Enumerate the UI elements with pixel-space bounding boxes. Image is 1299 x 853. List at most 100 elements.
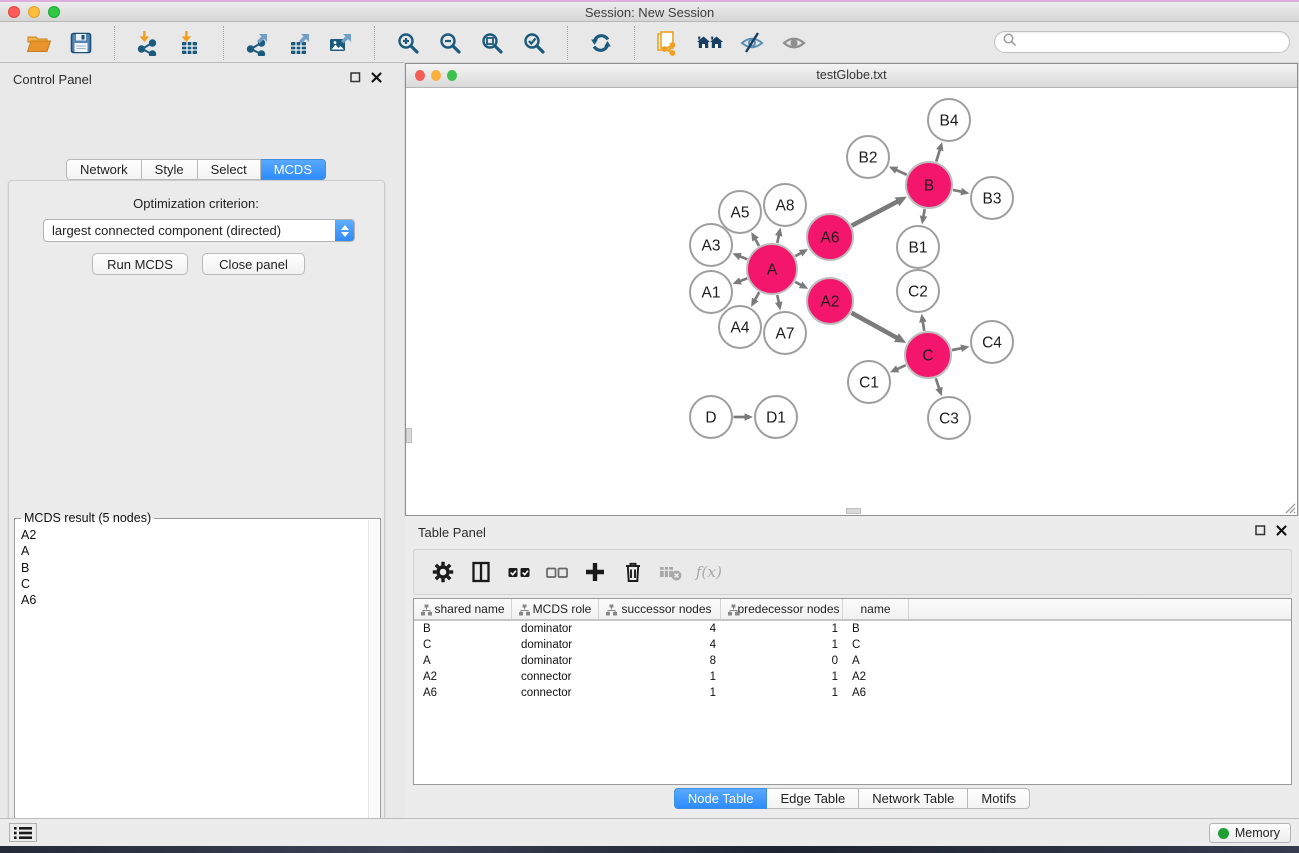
show-hide-columns-button[interactable] — [466, 557, 495, 587]
graph-node-A7[interactable]: A7 — [764, 312, 806, 354]
edge-A-A6[interactable] — [795, 249, 808, 256]
float-panel-icon[interactable] — [349, 71, 361, 83]
graph-node-C[interactable]: C — [905, 332, 951, 378]
graph-node-A5[interactable]: A5 — [719, 191, 761, 233]
import-table-from-file-button[interactable] — [169, 27, 211, 59]
refresh-network-view-button[interactable] — [580, 27, 622, 59]
table-row[interactable]: Adominator80A — [414, 653, 1291, 669]
graph-node-B4[interactable]: B4 — [928, 99, 970, 141]
graph-node-B3[interactable]: B3 — [971, 177, 1013, 219]
column-settings-button[interactable] — [428, 557, 457, 587]
edge-A-A8[interactable] — [775, 228, 782, 243]
network-canvas[interactable]: B4 B2 B B3 A5A8A6 B1 A3 A A1 A2 C2 A4A7 C C1 C4 C3 D D1 — [406, 88, 1297, 515]
graph-node-B2[interactable]: B2 — [847, 136, 889, 178]
graph-node-B[interactable]: B — [906, 162, 952, 208]
criterion-dropdown[interactable]: largest connected component (directed) — [43, 219, 355, 242]
column-header-name[interactable]: name — [843, 599, 909, 619]
graph-node-A4[interactable]: A4 — [719, 306, 761, 348]
deselect-all-rows-button[interactable] — [542, 557, 571, 587]
home-button[interactable] — [689, 27, 731, 59]
table-row[interactable]: A2connector11A2 — [414, 669, 1291, 685]
resize-grip-icon[interactable] — [1283, 501, 1296, 514]
canvas-horizontal-scrollbar[interactable] — [846, 508, 861, 514]
tab-network-table[interactable]: Network Table — [859, 788, 968, 809]
zoom-selected-button[interactable] — [513, 27, 555, 59]
export-network-button[interactable] — [236, 27, 278, 59]
table-row[interactable]: Cdominator41C — [414, 637, 1291, 653]
select-all-rows-button[interactable] — [504, 557, 533, 587]
tab-style[interactable]: Style — [142, 159, 198, 180]
edge-A-A1[interactable] — [733, 277, 748, 284]
toggle-bird-eye-view-button[interactable] — [773, 27, 815, 59]
column-header-MCDS-role[interactable]: MCDS role — [512, 599, 599, 619]
float-panel-icon[interactable] — [1254, 524, 1266, 536]
tab-mcds[interactable]: MCDS — [261, 159, 326, 180]
tab-select[interactable]: Select — [198, 159, 261, 180]
edge-B-B4[interactable] — [936, 142, 943, 162]
column-header-successor-nodes[interactable]: successor nodes — [599, 599, 721, 619]
search-box[interactable] — [994, 31, 1290, 53]
edge-C-C1[interactable] — [890, 365, 906, 372]
canvas-vertical-scrollbar[interactable] — [406, 428, 412, 443]
graph-node-C3[interactable]: C3 — [928, 397, 970, 439]
tab-edge-table[interactable]: Edge Table — [767, 788, 859, 809]
edge-A-A4[interactable] — [751, 292, 759, 307]
edge-A6-B[interactable] — [852, 197, 907, 226]
graph-node-A8[interactable]: A8 — [764, 184, 806, 226]
zoom-fit-content-button[interactable] — [471, 27, 513, 59]
graph-node-C2[interactable]: C2 — [897, 270, 939, 312]
edge-A-A2[interactable] — [795, 281, 808, 288]
mcds-result-list[interactable]: A2ABCA6 — [15, 523, 368, 853]
edge-A-A5[interactable] — [751, 232, 759, 246]
edge-C-C2[interactable] — [919, 314, 927, 331]
column-header-shared-name[interactable]: shared name — [414, 599, 512, 619]
graph-node-A2[interactable]: A2 — [807, 278, 853, 324]
graph-node-A1[interactable]: A1 — [690, 271, 732, 313]
memory-button[interactable]: Memory — [1209, 823, 1291, 843]
table-row[interactable]: Bdominator41B — [414, 621, 1291, 637]
edge-A2-C[interactable] — [851, 313, 906, 343]
hide-graphics-details-button[interactable] — [731, 27, 773, 59]
close-panel-button[interactable]: Close panel — [202, 253, 305, 275]
import-network-from-file-button[interactable] — [127, 27, 169, 59]
tab-node-table[interactable]: Node Table — [674, 788, 768, 809]
edge-C-C4[interactable] — [952, 345, 969, 352]
zoom-out-button[interactable] — [429, 27, 471, 59]
close-panel-icon[interactable] — [370, 71, 382, 83]
search-input[interactable] — [1022, 34, 1289, 50]
table-row[interactable]: A6connector11A6 — [414, 685, 1291, 701]
delete-columns-button[interactable] — [618, 557, 647, 587]
run-mcds-button[interactable]: Run MCDS — [92, 253, 188, 275]
tab-motifs[interactable]: Motifs — [968, 788, 1030, 809]
edge-B-B1[interactable] — [920, 209, 927, 224]
export-table-button[interactable] — [278, 27, 320, 59]
graph-node-C1[interactable]: C1 — [848, 361, 890, 403]
open-file-button[interactable] — [18, 27, 60, 59]
edge-A-A3[interactable] — [732, 253, 747, 260]
tab-network[interactable]: Network — [66, 159, 142, 180]
graph-node-D[interactable]: D — [690, 396, 732, 438]
save-session-button[interactable] — [60, 27, 102, 59]
edge-B-B3[interactable] — [953, 188, 969, 195]
task-history-button[interactable] — [9, 823, 37, 842]
edge-D-D1[interactable] — [734, 413, 754, 421]
graph-node-A6[interactable]: A6 — [807, 214, 853, 260]
graph-node-A3[interactable]: A3 — [690, 224, 732, 266]
close-panel-icon[interactable] — [1275, 524, 1287, 536]
edge-B-B2[interactable] — [889, 167, 907, 175]
column-header-predecessor-nodes[interactable]: predecessor nodes — [721, 599, 843, 619]
edge-C-C3[interactable] — [935, 378, 942, 396]
graph-node-D1[interactable]: D1 — [755, 396, 797, 438]
create-new-column-button[interactable] — [580, 557, 609, 587]
node-label: C4 — [982, 335, 1002, 352]
result-list-scrollbar[interactable] — [368, 520, 379, 853]
optimization-criterion-label: Optimization criterion: — [0, 196, 392, 211]
edge-A-A7[interactable] — [775, 295, 782, 310]
cell-name: B — [843, 623, 909, 635]
export-image-button[interactable] — [320, 27, 362, 59]
zoom-in-button[interactable] — [387, 27, 429, 59]
new-network-from-selection-button[interactable] — [647, 27, 689, 59]
graph-node-A[interactable]: A — [747, 244, 797, 294]
graph-node-C4[interactable]: C4 — [971, 321, 1013, 363]
graph-node-B1[interactable]: B1 — [897, 226, 939, 268]
